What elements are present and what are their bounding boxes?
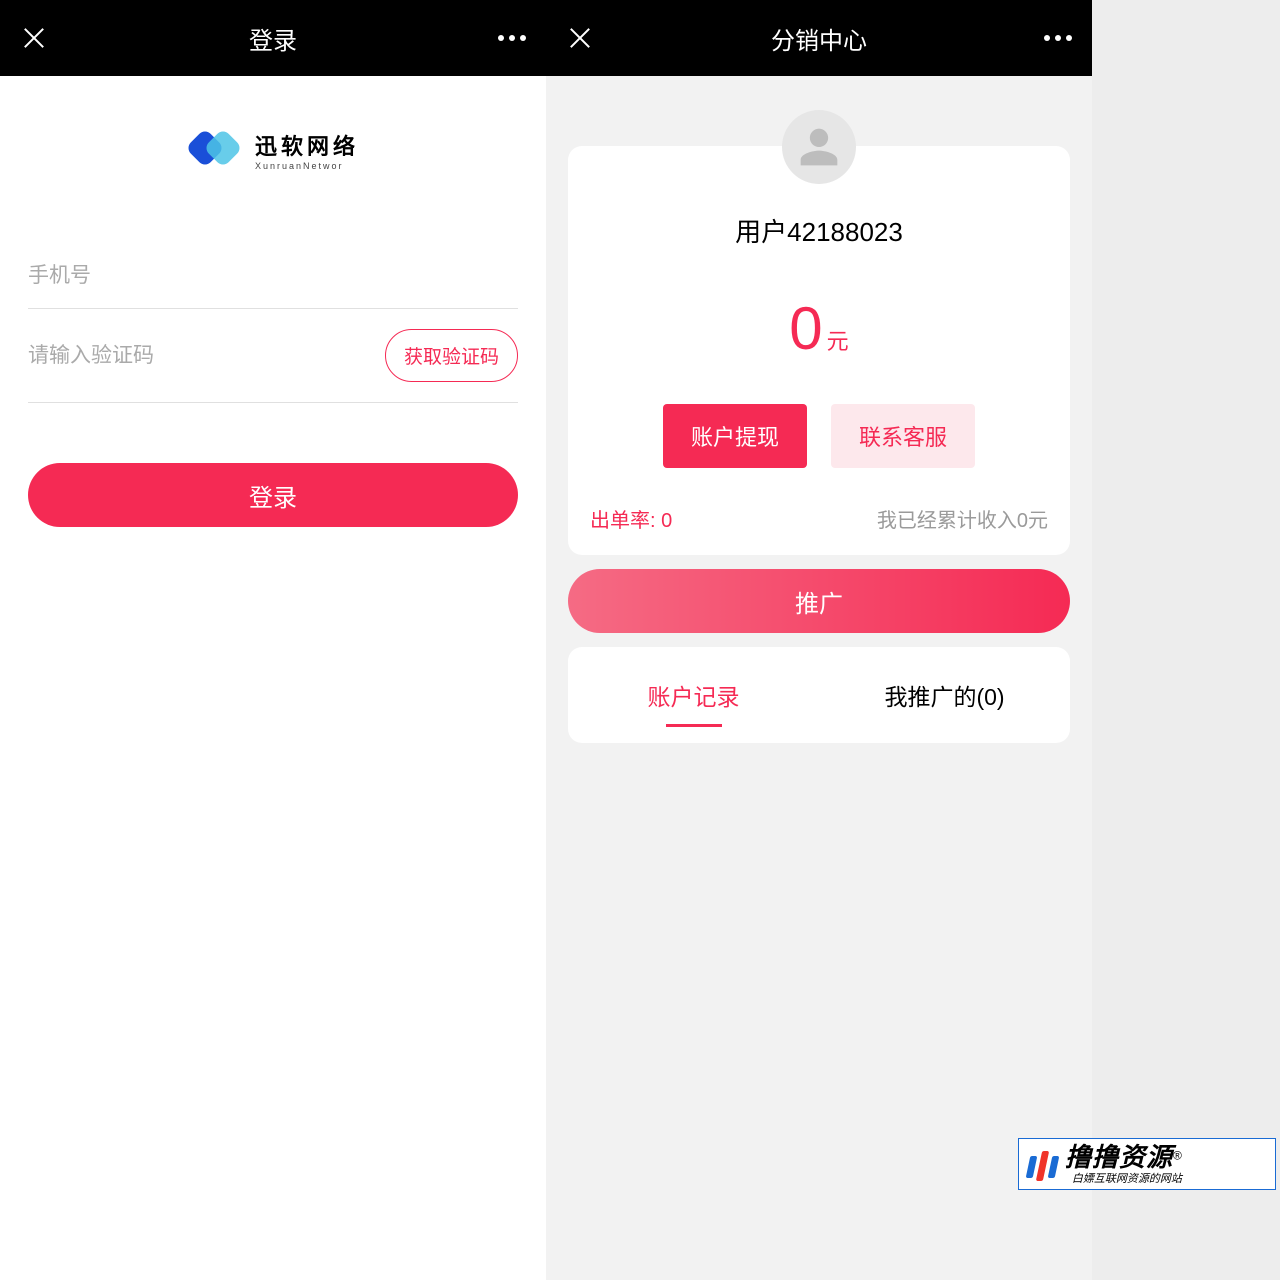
order-rate: 出单率: 0	[590, 504, 672, 533]
header-right: 分销中心	[546, 0, 1092, 76]
more-icon[interactable]	[1044, 35, 1072, 41]
watermark: 撸撸资源® 白嫖互联网资源的网站	[1018, 1138, 1276, 1190]
get-code-button[interactable]: 获取验证码	[385, 329, 518, 382]
login-button[interactable]: 登录	[28, 463, 518, 527]
username: 用户42188023	[590, 212, 1048, 249]
phone-field-row	[28, 244, 518, 309]
page-title: 分销中心	[771, 21, 867, 56]
balance-unit: 元	[827, 324, 849, 356]
avatar[interactable]	[782, 110, 856, 184]
registered-icon: ®	[1173, 1148, 1182, 1162]
person-icon	[797, 125, 841, 169]
logo-text-cn: 迅软网络	[255, 129, 359, 161]
page-title: 登录	[249, 21, 297, 56]
watermark-subtitle: 白嫖互联网资源的网站	[1072, 1173, 1182, 1186]
withdraw-button[interactable]: 账户提现	[663, 404, 807, 468]
logo: 迅软网络 XunruanNetwor	[0, 76, 546, 214]
watermark-title: 撸撸资源	[1065, 1142, 1173, 1172]
code-field-row: 获取验证码	[28, 309, 518, 403]
phone-input[interactable]	[28, 264, 518, 288]
tab-records[interactable]: 账户记录	[568, 647, 819, 743]
logo-text-en: XunruanNetwor	[255, 161, 359, 171]
header-left: 登录	[0, 0, 546, 76]
balance-amount: 0	[789, 299, 822, 359]
logo-icon	[187, 126, 243, 174]
account-card: 用户42188023 0 元 账户提现 联系客服 出单率: 0 我已经累计收入0…	[568, 146, 1070, 555]
promote-button[interactable]: 推广	[568, 569, 1070, 633]
contact-button[interactable]: 联系客服	[831, 404, 975, 468]
close-icon[interactable]	[566, 24, 594, 52]
tabs: 账户记录 我推广的(0)	[568, 647, 1070, 743]
code-input[interactable]	[28, 344, 385, 368]
cumulative-income: 我已经累计收入0元	[877, 504, 1048, 533]
more-icon[interactable]	[498, 35, 526, 41]
watermark-logo-icon	[1025, 1146, 1061, 1182]
balance: 0 元	[590, 299, 1048, 359]
tab-referrals[interactable]: 我推广的(0)	[819, 647, 1070, 743]
close-icon[interactable]	[20, 24, 48, 52]
